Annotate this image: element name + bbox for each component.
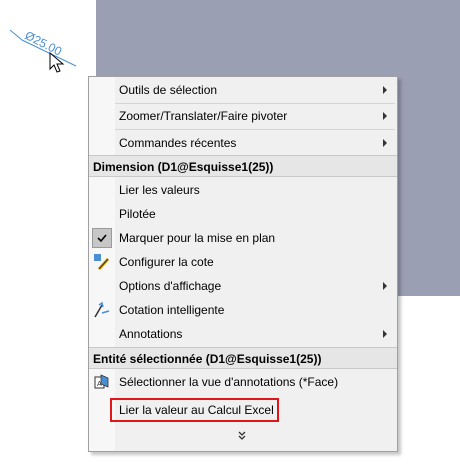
menu-item-cotation-intelligente[interactable]: Cotation intelligente [89,299,397,321]
highlight-box [110,398,279,422]
section-header-dimension: Dimension (D1@Esquisse1(25)) [89,155,397,177]
menu-item-label: Cotation intelligente [119,303,225,317]
smart-dimension-icon [94,301,110,318]
submenu-arrow-icon [383,86,387,94]
menu-item-pilotee[interactable]: Pilotée [89,203,397,225]
submenu-arrow-icon [383,112,387,120]
menu-item-annotations[interactable]: Annotations [89,323,397,345]
menu-item-label: Sélectionner la vue d'annotations (*Face… [119,375,339,389]
menu-item-commandes-recentes[interactable]: Commandes récentes [89,132,397,154]
menu-item-configurer-cote[interactable]: Configurer la cote [89,251,397,273]
menu-separator [115,129,395,130]
menu-item-lier-valeurs[interactable]: Lier les valeurs [89,179,397,201]
mouse-pointer-icon [49,52,65,73]
menu-item-label: Lier les valeurs [119,183,200,197]
checkmark-icon [97,234,107,243]
menu-item-label: Pilotée [119,207,156,221]
svg-text:A: A [97,381,102,388]
menu-item-options-affichage[interactable]: Options d'affichage [89,275,397,297]
submenu-arrow-icon [383,139,387,147]
menu-item-label: Annotations [119,327,183,341]
menu-separator [115,103,395,104]
configure-dimension-icon [94,254,110,271]
menu-item-label: Commandes récentes [119,136,237,150]
menu-item-outils-selection[interactable]: Outils de sélection [89,79,397,101]
menu-item-label: Marquer pour la mise en plan [119,231,276,245]
menu-item-label: Options d'affichage [119,279,222,293]
expand-menu-chevron-icon[interactable] [234,429,250,443]
menu-item-marquer-mise-en-plan[interactable]: Marquer pour la mise en plan [89,227,397,249]
submenu-arrow-icon [383,282,387,290]
context-menu: Outils de sélection Zoomer/Translater/Fa… [88,76,398,452]
section-header-label: Dimension (D1@Esquisse1(25)) [93,160,274,174]
menu-item-selectionner-vue-annotations[interactable]: A Sélectionner la vue d'annotations (*Fa… [89,371,397,393]
menu-item-label: Configurer la cote [119,255,214,269]
menu-item-label: Zoomer/Translater/Faire pivoter [119,109,288,123]
section-header-label: Entité sélectionnée (D1@Esquisse1(25)) [93,352,322,366]
dimension-leader-line [9,29,23,41]
menu-item-label: Outils de sélection [119,83,218,97]
submenu-arrow-icon [383,330,387,338]
menu-item-zoomer[interactable]: Zoomer/Translater/Faire pivoter [89,105,397,127]
checked-state [92,228,112,248]
section-header-entite: Entité sélectionnée (D1@Esquisse1(25)) [89,347,397,369]
annotation-view-icon: A [94,374,109,389]
